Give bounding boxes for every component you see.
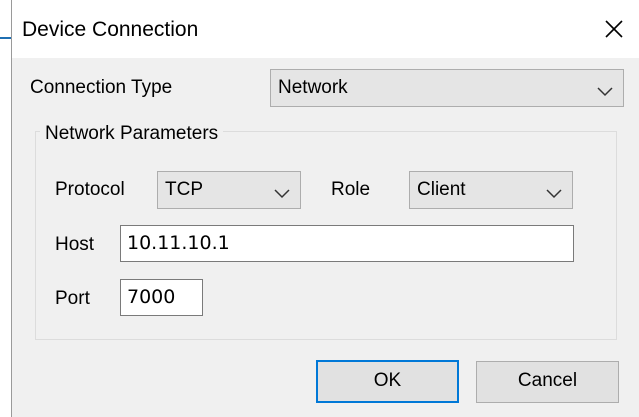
- background-accent-line: [0, 37, 11, 39]
- close-icon[interactable]: [601, 16, 627, 42]
- cancel-button-label: Cancel: [517, 370, 578, 391]
- connection-type-select[interactable]: Network: [270, 69, 624, 107]
- chevron-down-icon: [597, 84, 613, 97]
- role-label: Role: [331, 179, 371, 200]
- protocol-select[interactable]: TCP: [157, 171, 301, 209]
- device-connection-dialog: Device Connection Connection Type Networ…: [11, 0, 639, 417]
- dialog-title: Device Connection: [22, 18, 199, 41]
- role-value: Client: [417, 179, 466, 200]
- host-label: Host: [55, 234, 95, 255]
- cancel-button[interactable]: Cancel: [476, 361, 619, 403]
- port-label: Port: [55, 288, 90, 309]
- background-window: [0, 0, 11, 417]
- protocol-value: TCP: [165, 179, 203, 200]
- ok-button[interactable]: OK: [316, 360, 459, 403]
- host-value: 10.11.10.1: [127, 232, 230, 254]
- ok-button-label: OK: [373, 370, 402, 391]
- chevron-down-icon: [274, 186, 290, 199]
- dialog-titlebar: Device Connection: [12, 0, 639, 58]
- port-input[interactable]: 7000: [120, 279, 203, 316]
- connection-type-value: Network: [278, 77, 348, 98]
- chevron-down-icon: [546, 186, 562, 199]
- host-input[interactable]: 10.11.10.1: [120, 225, 574, 262]
- network-parameters-label: Network Parameters: [40, 123, 224, 145]
- protocol-label: Protocol: [55, 179, 125, 200]
- role-select[interactable]: Client: [409, 171, 573, 209]
- connection-type-label: Connection Type: [30, 77, 173, 98]
- port-value: 7000: [127, 286, 176, 308]
